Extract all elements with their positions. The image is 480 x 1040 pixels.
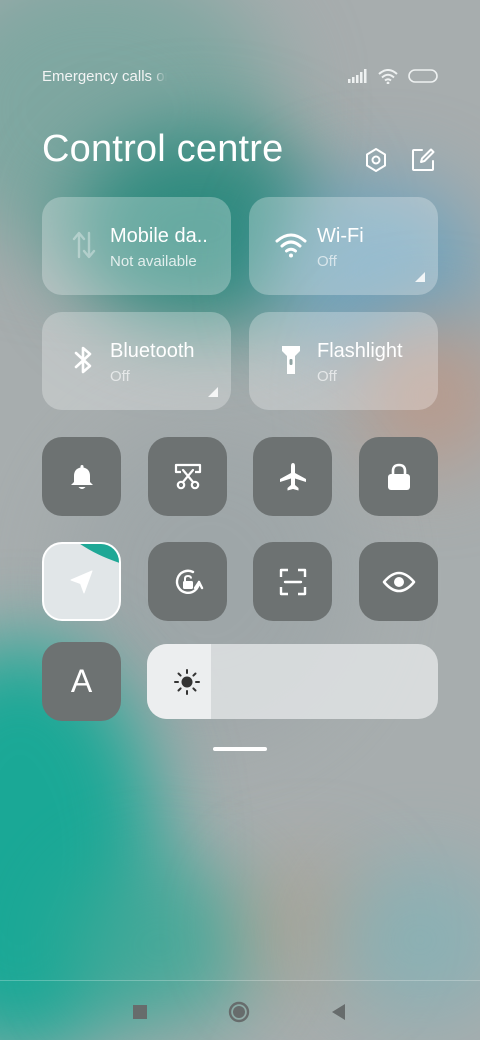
location-arrow-icon — [70, 570, 92, 593]
brightness-slider[interactable] — [147, 644, 438, 719]
rotation-lock-icon — [175, 569, 203, 594]
scanner-toggle[interactable] — [253, 542, 332, 621]
airplane-mode-toggle[interactable] — [253, 437, 332, 516]
bluetooth-label: Bluetooth — [110, 340, 195, 362]
brightness-sun-icon — [174, 669, 200, 695]
triangle-back-icon — [332, 1004, 345, 1020]
wifi-icon — [273, 227, 309, 263]
location-toggle[interactable] — [42, 542, 121, 621]
home-button[interactable] — [228, 1001, 250, 1023]
back-button[interactable] — [327, 1001, 349, 1023]
rotation-lock-toggle[interactable] — [148, 542, 227, 621]
square-icon — [133, 1005, 147, 1019]
eye-icon — [382, 571, 415, 592]
wifi-tile[interactable]: Wi-Fi Off — [249, 197, 438, 295]
wifi-status: Off — [317, 253, 337, 270]
airplane-icon — [279, 462, 306, 490]
page-title: Control centre — [42, 128, 284, 170]
font-size-toggle[interactable]: A — [42, 642, 121, 721]
bluetooth-tile[interactable]: Bluetooth Off — [42, 312, 231, 410]
bluetooth-status: Off — [110, 368, 130, 385]
drag-handle[interactable] — [213, 747, 267, 751]
wifi-icon — [378, 68, 398, 84]
flashlight-status: Off — [317, 368, 337, 385]
flashlight-label: Flashlight — [317, 340, 403, 362]
mobile-data-label: Mobile da.. — [110, 225, 208, 247]
mobile-data-icon — [66, 227, 102, 263]
settings-icon[interactable] — [362, 146, 390, 174]
flashlight-icon — [273, 342, 309, 378]
status-bar: Emergency calls only — [42, 66, 438, 86]
signal-icon — [348, 69, 367, 83]
battery-icon — [408, 69, 438, 83]
mobile-data-tile[interactable]: Mobile da.. Not available — [42, 197, 231, 295]
expand-corner-icon[interactable] — [208, 387, 218, 397]
scissors-icon — [174, 463, 201, 489]
navigation-bar — [0, 980, 480, 1040]
scan-frame-icon — [279, 568, 306, 595]
bluetooth-icon — [66, 342, 102, 378]
lock-icon — [387, 463, 410, 490]
edit-icon[interactable] — [409, 146, 437, 174]
circle-icon — [228, 1001, 250, 1023]
font-icon: A — [70, 663, 93, 699]
carrier-text: Emergency calls only — [42, 68, 167, 85]
expand-corner-icon[interactable] — [415, 272, 425, 282]
bell-icon — [70, 464, 93, 489]
wifi-label: Wi-Fi — [317, 225, 364, 247]
mobile-data-status: Not available — [110, 253, 197, 270]
lock-screen-toggle[interactable] — [359, 437, 438, 516]
recents-button[interactable] — [129, 1001, 151, 1023]
sound-toggle[interactable] — [42, 437, 121, 516]
reading-mode-toggle[interactable] — [359, 542, 438, 621]
flashlight-tile[interactable]: Flashlight Off — [249, 312, 438, 410]
screenshot-toggle[interactable] — [148, 437, 227, 516]
